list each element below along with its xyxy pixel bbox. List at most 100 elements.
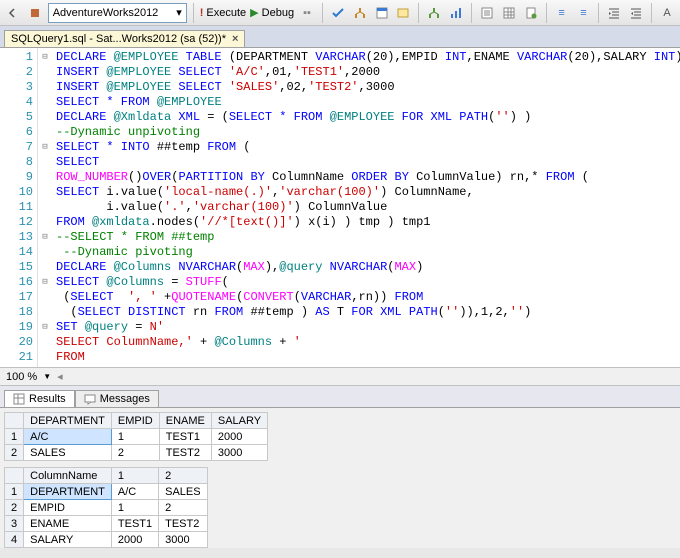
database-dropdown[interactable]: AdventureWorks2012 ▾ [48,3,187,23]
table-row[interactable]: 1A/C1TEST12000 [5,429,268,445]
code-line[interactable]: SELECT [56,155,676,170]
code-line[interactable]: ROW_NUMBER()OVER(PARTITION BY ColumnName… [56,170,676,185]
column-header[interactable] [5,468,24,484]
outdent-icon[interactable] [627,4,645,22]
code-line[interactable]: FROM [56,350,676,365]
code-line[interactable]: INSERT @EMPLOYEE SELECT 'SALES',02,'TEST… [56,80,676,95]
client-stats-icon[interactable] [447,4,465,22]
query-options-icon[interactable] [373,4,391,22]
estimated-plan-icon[interactable] [351,4,369,22]
row-header[interactable]: 1 [5,429,24,445]
column-header[interactable] [5,413,24,429]
nav-back-icon[interactable] [4,4,22,22]
debug-button[interactable]: ▶ Debug [250,6,294,19]
cell[interactable]: TEST1 [159,429,211,445]
table-row[interactable]: 2SALES2TEST23000 [5,445,268,461]
cell[interactable]: TEST2 [159,516,207,532]
sql-editor[interactable]: 123456789101112131415161718192021 ⊟⊟⊟⊟⊟ … [0,48,680,368]
fold-toggle[interactable]: ⊟ [38,230,52,245]
cell[interactable]: 2 [111,445,159,461]
column-header[interactable]: ENAME [159,413,211,429]
code-line[interactable]: --Dynamic unpivoting [56,125,676,140]
row-header[interactable]: 2 [5,500,24,516]
cell[interactable]: 3000 [211,445,267,461]
code-line[interactable]: --Dynamic pivoting [56,245,676,260]
stop-icon[interactable] [26,4,44,22]
code-line[interactable]: DECLARE @Xmldata XML = (SELECT * FROM @E… [56,110,676,125]
comment-icon[interactable]: ≡ [553,4,571,22]
indent-icon[interactable] [605,4,623,22]
results-grid-1[interactable]: DEPARTMENTEMPIDENAMESALARY1A/C1TEST12000… [4,412,268,461]
cell[interactable]: SALARY [24,532,112,548]
cell[interactable]: 2000 [211,429,267,445]
code-line[interactable]: DECLARE @EMPLOYEE TABLE (DEPARTMENT VARC… [56,50,676,65]
code-line[interactable]: --SELECT * FROM ##temp [56,230,676,245]
table-row[interactable]: 2EMPID12 [5,500,208,516]
code-line[interactable]: DECLARE @Columns NVARCHAR(MAX),@query NV… [56,260,676,275]
column-header[interactable]: 1 [111,468,158,484]
cell[interactable]: TEST2 [159,445,211,461]
code-line[interactable]: SELECT * FROM @EMPLOYEE [56,95,676,110]
column-header[interactable]: EMPID [111,413,159,429]
tab-results[interactable]: Results [4,390,75,407]
code-line[interactable]: SELECT * INTO ##temp FROM ( [56,140,676,155]
cell[interactable]: 2 [159,500,207,516]
code-area[interactable]: DECLARE @EMPLOYEE TABLE (DEPARTMENT VARC… [52,48,680,367]
cell[interactable]: SALES [24,445,112,461]
cell[interactable]: ENAME [24,516,112,532]
code-line[interactable]: FROM @xmldata.nodes('//*[text()]') x(i) … [56,215,676,230]
chevron-down-icon[interactable]: ▼ [43,372,51,381]
uncomment-icon[interactable]: ≡ [575,4,593,22]
fold-toggle[interactable]: ⊟ [38,50,52,65]
intellisense-icon[interactable] [395,4,413,22]
results-text-icon[interactable] [478,4,496,22]
specify-values-icon[interactable]: A [658,4,676,22]
table-row[interactable]: 3ENAMETEST1TEST2 [5,516,208,532]
fold-toggle[interactable]: ⊟ [38,275,52,290]
parse-icon[interactable] [329,4,347,22]
results-grid-2[interactable]: ColumnName121DEPARTMENTA/CSALES2EMPID123… [4,467,208,548]
cell[interactable]: TEST1 [111,516,158,532]
separator [418,3,419,23]
code-line[interactable]: i.value('.','varchar(100)') ColumnValue [56,200,676,215]
row-header[interactable]: 1 [5,484,24,500]
cell[interactable]: 1 [111,500,158,516]
close-icon[interactable]: × [232,33,238,45]
results-file-icon[interactable] [522,4,540,22]
code-line[interactable]: SET @query = N' [56,320,676,335]
document-tab-label: SQLQuery1.sql - Sat...Works2012 (sa (52)… [11,33,226,45]
column-header[interactable]: DEPARTMENT [24,413,112,429]
tab-messages[interactable]: Messages [75,390,159,407]
row-header[interactable]: 4 [5,532,24,548]
execute-button[interactable]: ! Execute [200,7,246,19]
separator [193,3,194,23]
cell[interactable]: A/C [24,429,112,445]
pause-icon[interactable]: ▪▪ [298,4,316,22]
cell[interactable]: 3000 [159,532,207,548]
fold-toggle[interactable]: ⊟ [38,140,52,155]
code-line[interactable]: SELECT @Columns = STUFF( [56,275,676,290]
code-line[interactable]: (SELECT DISTINCT rn FROM ##temp ) AS T F… [56,305,676,320]
column-header[interactable]: ColumnName [24,468,112,484]
actual-plan-icon[interactable] [425,4,443,22]
document-tab[interactable]: SQLQuery1.sql - Sat...Works2012 (sa (52)… [4,30,245,47]
code-line[interactable]: SELECT i.value('local-name(.)','varchar(… [56,185,676,200]
fold-gutter[interactable]: ⊟ ⊟ ⊟ ⊟ ⊟ [38,48,52,367]
row-header[interactable]: 3 [5,516,24,532]
cell[interactable]: A/C [111,484,158,500]
cell[interactable]: EMPID [24,500,112,516]
cell[interactable]: 1 [111,429,159,445]
table-row[interactable]: 4SALARY20003000 [5,532,208,548]
cell[interactable]: SALES [159,484,207,500]
row-header[interactable]: 2 [5,445,24,461]
code-line[interactable]: SELECT ColumnName,' + @Columns + ' [56,335,676,350]
column-header[interactable]: 2 [159,468,207,484]
cell[interactable]: 2000 [111,532,158,548]
results-grid-icon[interactable] [500,4,518,22]
table-row[interactable]: 1DEPARTMENTA/CSALES [5,484,208,500]
code-line[interactable]: (SELECT ', ' +QUOTENAME(CONVERT(VARCHAR,… [56,290,676,305]
code-line[interactable]: INSERT @EMPLOYEE SELECT 'A/C',01,'TEST1'… [56,65,676,80]
fold-toggle[interactable]: ⊟ [38,320,52,335]
cell[interactable]: DEPARTMENT [24,484,112,500]
column-header[interactable]: SALARY [211,413,267,429]
